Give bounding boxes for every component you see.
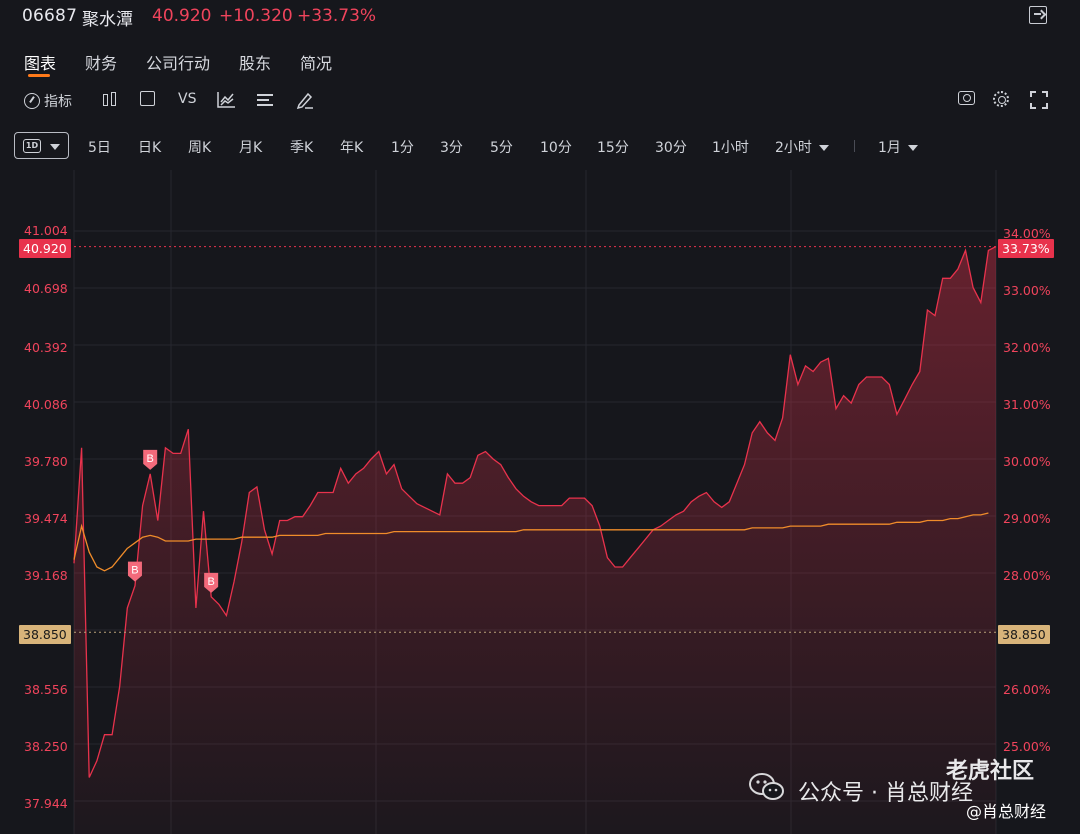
draw-button[interactable] <box>296 91 314 109</box>
y-tick-label-right: 32.00% <box>1003 340 1051 355</box>
tab-shareholders[interactable]: 股东 <box>239 50 271 74</box>
y-tick-label-left: 39.780 <box>24 454 68 469</box>
stock-code: 06687 <box>22 6 78 26</box>
price-chart-svg: B B B <box>73 170 997 834</box>
y-tick-label-left: 39.168 <box>24 568 68 583</box>
candlestick-icon <box>101 91 119 109</box>
draw-pen-icon <box>296 92 313 109</box>
layout-button[interactable] <box>140 91 155 106</box>
period-3min[interactable]: 3分 <box>440 137 463 157</box>
tab-corporate-actions[interactable]: 公司行动 <box>146 50 210 74</box>
section-tabs: 图表 财务 公司行动 股东 简况 <box>0 46 1080 80</box>
quote-header: 06687 聚水潭 40.920 +10.320 +33.73% <box>0 0 1080 34</box>
y-tick-label-left: 40.392 <box>24 340 68 355</box>
period-2hour[interactable]: 2小时 <box>775 137 829 157</box>
y-tick-label-left: 38.250 <box>24 739 68 754</box>
price-change: +10.320 <box>219 6 293 26</box>
price-change-pct: +33.73% <box>297 6 377 26</box>
period-15min[interactable]: 15分 <box>597 137 629 157</box>
lines-button[interactable] <box>257 91 275 109</box>
y-tick-label-right: 29.00% <box>1003 511 1051 526</box>
active-tab-indicator <box>28 74 50 77</box>
chart-toolbar: 指标 VS <box>0 88 1080 114</box>
period-weekly[interactable]: 周K <box>188 137 211 157</box>
y-tick-label-right: 31.00% <box>1003 397 1051 412</box>
expand-button[interactable] <box>1030 91 1048 109</box>
indicator-label: 指标 <box>44 94 72 110</box>
buy-marker-label: B <box>131 565 138 577</box>
chevron-down-icon <box>907 145 918 151</box>
compare-chart-icon <box>217 92 235 108</box>
period-5d[interactable]: 5日 <box>88 137 111 157</box>
period-30min[interactable]: 30分 <box>655 137 687 157</box>
stock-name: 聚水潭 <box>82 10 133 30</box>
expand-icon <box>1030 91 1048 109</box>
y-tick-label-left: 37.944 <box>24 796 68 811</box>
period-yearly[interactable]: 年K <box>340 137 363 157</box>
gear-icon <box>993 91 1009 107</box>
indicator-button[interactable]: 指标 <box>24 91 72 111</box>
period-1month-label: 1月 <box>878 140 901 156</box>
gauge-icon <box>24 93 40 109</box>
y-tick-label-left: 41.004 <box>24 223 68 238</box>
lines-icon <box>257 91 275 109</box>
period-1hour[interactable]: 1小时 <box>712 137 749 157</box>
period-dropdown[interactable]: 1D <box>14 132 69 159</box>
last-price: 40.920 <box>152 6 212 26</box>
exit-fullscreen-icon[interactable] <box>1029 6 1047 24</box>
settings-button[interactable] <box>993 91 1009 107</box>
period-1month[interactable]: 1月 <box>878 137 918 157</box>
compare-chart-button[interactable] <box>217 91 236 108</box>
y-tick-label-left: 39.474 <box>24 511 68 526</box>
buy-marker-label: B <box>147 453 154 465</box>
square-icon <box>140 91 155 106</box>
price-chart[interactable]: B B B 41.004 40.698 40.392 40.086 39.780 3… <box>0 170 1080 834</box>
period-1min[interactable]: 1分 <box>391 137 414 157</box>
snapshot-button[interactable] <box>958 91 975 105</box>
y-tick-label-right: 28.00% <box>1003 568 1051 583</box>
wechat-logo-icon <box>749 773 784 800</box>
buy-marker-label: B <box>207 576 214 588</box>
period-quarterly[interactable]: 季K <box>290 137 313 157</box>
period-5min[interactable]: 5分 <box>490 137 513 157</box>
current-pct-tag: 33.73% <box>998 239 1054 258</box>
y-tick-label-right: 26.00% <box>1003 682 1051 697</box>
y-tick-label-left: 38.556 <box>24 682 68 697</box>
buy-marker: B <box>143 449 158 470</box>
price-area-fill <box>74 246 996 834</box>
prev-close-tag-left: 38.850 <box>19 625 71 644</box>
period-10min[interactable]: 10分 <box>540 137 572 157</box>
vs-label: VS <box>178 91 197 107</box>
y-tick-label-right: 25.00% <box>1003 739 1051 754</box>
tab-profile[interactable]: 简况 <box>300 50 332 74</box>
camera-icon <box>958 91 975 105</box>
period-selector: 1D 5日 日K 周K 月K 季K 年K 1分 3分 5分 10分 15分 30… <box>0 132 1080 160</box>
chevron-down-icon <box>818 145 829 151</box>
period-monthly[interactable]: 月K <box>239 137 262 157</box>
period-1d-icon: 1D <box>23 139 41 153</box>
y-tick-label-left: 40.086 <box>24 397 68 412</box>
prev-close-tag-right: 38.850 <box>998 625 1050 644</box>
divider <box>854 140 855 152</box>
period-2hour-label: 2小时 <box>775 140 812 156</box>
tab-financials[interactable]: 财务 <box>85 50 117 74</box>
period-daily[interactable]: 日K <box>138 137 161 157</box>
chevron-down-icon <box>50 144 60 150</box>
y-tick-label-left: 40.698 <box>24 281 68 296</box>
y-tick-label-right: 33.00% <box>1003 283 1051 298</box>
y-tick-label-right: 30.00% <box>1003 454 1051 469</box>
vs-button[interactable]: VS <box>178 91 196 107</box>
chart-type-button[interactable] <box>101 91 119 109</box>
watermark-handle: @肖总财经 <box>966 802 1047 821</box>
watermark-community: 老虎社区 <box>946 759 1035 784</box>
tab-chart[interactable]: 图表 <box>24 50 56 74</box>
current-price-tag: 40.920 <box>19 239 71 258</box>
